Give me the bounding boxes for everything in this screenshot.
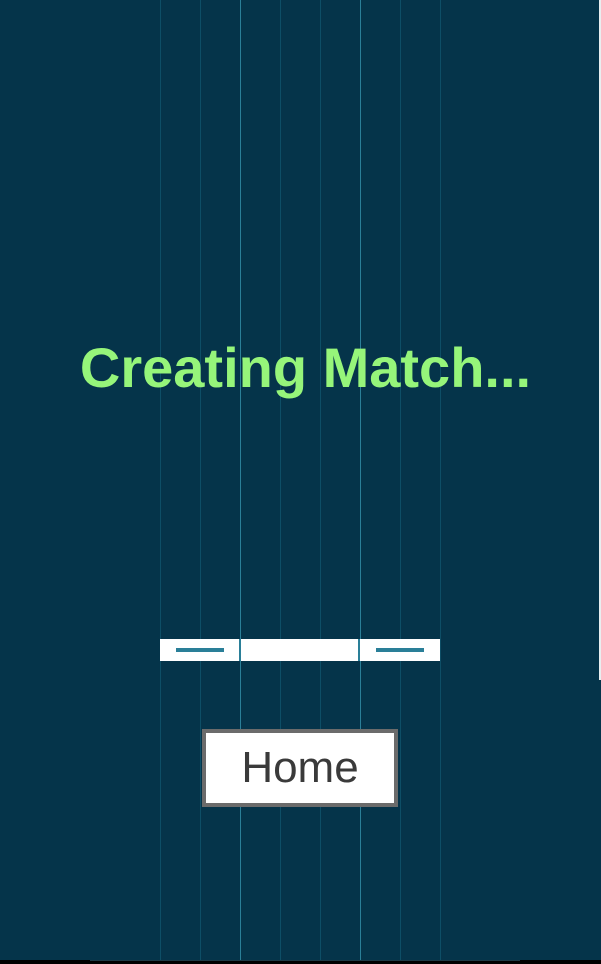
loading-separator (239, 639, 241, 661)
grid-line (160, 0, 161, 960)
strip-line (90, 960, 520, 961)
grid-line (200, 0, 201, 960)
grid-line (280, 0, 281, 960)
grid-line (440, 0, 441, 960)
match-screen: Creating Match... Home (0, 0, 601, 960)
status-title: Creating Match... (79, 336, 532, 399)
bottom-strip (0, 960, 601, 964)
loading-dash (376, 648, 424, 652)
grid-line (400, 0, 401, 960)
grid-line (320, 0, 321, 960)
grid-line (240, 0, 241, 960)
grid-line (360, 0, 361, 960)
loading-separator (358, 639, 360, 661)
loading-dash (176, 648, 224, 652)
home-button[interactable]: Home (202, 729, 398, 807)
loading-indicator (160, 639, 440, 661)
